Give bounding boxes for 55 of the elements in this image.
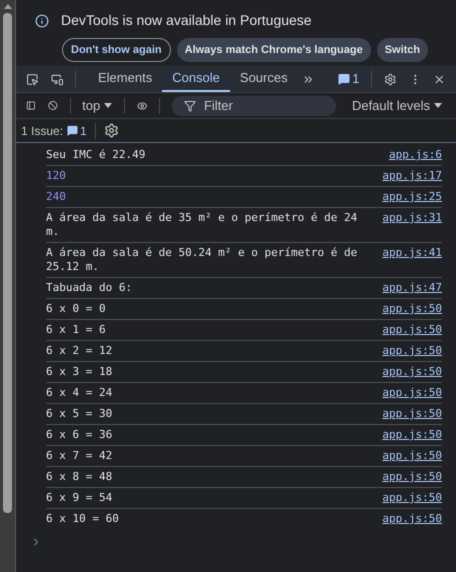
console-message: A área da sala é de 50.24 m² e o perímetro é de 25.12 m.	[46, 246, 358, 274]
console-message: 240	[46, 190, 67, 204]
source-link[interactable]: app.js:50	[382, 323, 442, 337]
inspect-icon[interactable]	[26, 72, 39, 86]
panel-tab[interactable]: Elements	[88, 66, 162, 92]
settings-icon[interactable]	[104, 123, 119, 138]
source-link[interactable]: app.js:47	[382, 281, 442, 295]
console-message: A área da sala é de 35 m² e o perímetro é de 24 m.	[46, 211, 358, 239]
console-message: 6 x 5 = 30	[46, 407, 114, 421]
console-message: 120	[46, 169, 67, 183]
console-message: 6 x 9 = 54	[46, 491, 114, 505]
banner-message: DevTools is now available in Portuguese	[61, 11, 312, 30]
console-message: 6 x 8 = 48	[46, 470, 114, 484]
console-message: 6 x 7 = 42	[46, 449, 114, 463]
filter-icon	[184, 100, 196, 112]
console-message: 6 x 4 = 24	[46, 386, 114, 400]
filter-input[interactable]: Filter	[204, 96, 324, 116]
source-link[interactable]: app.js:50	[382, 344, 442, 358]
source-link[interactable]: app.js:25	[382, 190, 442, 204]
settings-icon[interactable]	[384, 72, 397, 86]
messages-badge[interactable]: 1	[338, 69, 360, 89]
clear-icon[interactable]	[48, 98, 58, 113]
scrollbar[interactable]	[0, 0, 16, 572]
source-link[interactable]: app.js:6	[389, 148, 442, 162]
filter-field[interactable]: Filter	[172, 96, 336, 116]
source-link[interactable]: app.js:50	[382, 386, 442, 400]
console-message: 6 x 1 = 6	[46, 323, 107, 337]
console-message: Seu IMC é 22.49	[46, 148, 146, 162]
source-link[interactable]: app.js:50	[382, 407, 442, 421]
info-icon	[35, 14, 49, 28]
source-link[interactable]: app.js:50	[382, 365, 442, 379]
console-message: Tabuada do 6:	[46, 281, 134, 295]
console-message: 6 x 2 = 12	[46, 344, 114, 358]
source-link[interactable]: app.js:50	[382, 449, 442, 463]
banner-button[interactable]: Switch	[376, 38, 428, 62]
source-link[interactable]: app.js:50	[382, 491, 442, 505]
panel-tab[interactable]: Console	[162, 66, 230, 92]
console-message: 6 x 10 = 60	[46, 512, 120, 527]
console-message: 6 x 6 = 36	[46, 428, 114, 442]
console-message: 6 x 3 = 18	[46, 365, 114, 379]
source-link[interactable]: app.js:50	[382, 470, 442, 484]
banner-button[interactable]: Don't show again	[62, 38, 171, 62]
source-link[interactable]: app.js:17	[382, 169, 442, 183]
source-link[interactable]: app.js:50	[382, 302, 442, 316]
source-link[interactable]: app.js:41	[382, 246, 442, 274]
console-message: 6 x 0 = 0	[46, 302, 107, 316]
source-link[interactable]: app.js:50	[382, 428, 442, 442]
issues-label: 1 Issue:	[21, 122, 64, 140]
panel-tab[interactable]: Sources	[230, 66, 298, 92]
source-link[interactable]: app.js:31	[382, 211, 442, 239]
issues-badge[interactable]: 1	[67, 122, 87, 140]
levels-dropdown[interactable]: Default levels	[352, 96, 442, 116]
source-link[interactable]: app.js:50	[382, 512, 442, 527]
context-dropdown[interactable]: top	[82, 96, 112, 116]
banner-button[interactable]: Always match Chrome's language	[176, 38, 371, 62]
